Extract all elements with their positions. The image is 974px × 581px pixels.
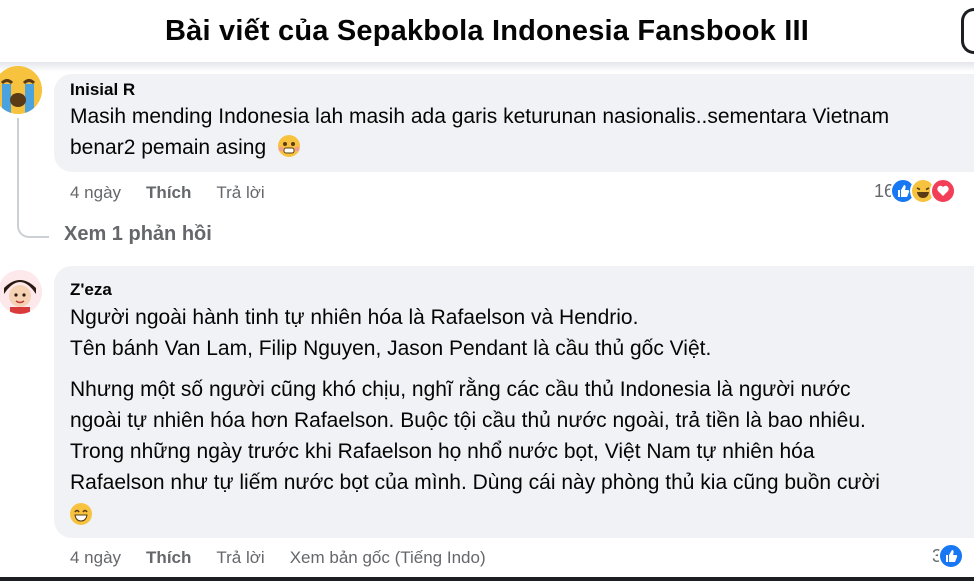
- comment-actions: 4 ngày Thích Trả lời: [70, 183, 290, 203]
- avatar[interactable]: [0, 270, 42, 314]
- comment-text-line: Tên bánh Van Lam, Filip Nguyen, Jason Pe…: [70, 337, 712, 360]
- view-replies-link[interactable]: Xem 1 phản hồi: [64, 223, 212, 246]
- comment-text-fragment: benar2 pemain asing: [70, 136, 267, 159]
- reaction-summary[interactable]: 16: [874, 178, 957, 204]
- comment-text-line: Masih mending Indonesia lah masih ada ga…: [70, 105, 890, 128]
- comment-text-line: [70, 500, 92, 531]
- like-button[interactable]: Thích: [146, 548, 191, 568]
- smiling-face-emoji-icon: [70, 503, 92, 525]
- reaction-summary[interactable]: 3: [932, 543, 965, 569]
- bottom-border: [0, 577, 974, 581]
- see-original-button[interactable]: Xem bản gốc (Tiếng Indo): [290, 548, 486, 568]
- comment-text-line: ngoài tự nhiên hóa hơn Rafaelson. Buộc t…: [70, 409, 866, 432]
- avatar[interactable]: [0, 66, 42, 114]
- close-button[interactable]: [961, 8, 974, 54]
- love-reaction-icon: [930, 178, 957, 204]
- like-reaction-icon: [938, 543, 965, 569]
- comment-text-line: Người ngoài hành tinh tự nhiên hóa là Ra…: [70, 306, 639, 329]
- reply-button[interactable]: Trả lời: [216, 548, 264, 568]
- cartoon-girl-avatar-icon: [0, 270, 42, 314]
- reply-thread-connector: [17, 118, 49, 238]
- post-header: Bài viết của Sepakbola Indonesia Fansboo…: [0, 0, 974, 62]
- comment-text-line: Rafaelson như tự liếm nước bọt của mình.…: [70, 471, 880, 494]
- comment-timestamp[interactable]: 4 ngày: [70, 548, 121, 568]
- shocked-face-emoji-icon: [277, 135, 300, 157]
- crying-face-icon: [0, 66, 42, 114]
- page-title: Bài viết của Sepakbola Indonesia Fansboo…: [165, 14, 809, 47]
- comment-author[interactable]: Inisial R: [70, 80, 135, 100]
- header-divider: [0, 62, 974, 72]
- comment-actions: 4 ngày Thích Trả lời Xem bản gốc (Tiếng …: [70, 548, 511, 568]
- comment-author[interactable]: Z'eza: [70, 280, 112, 300]
- comment-text-line: Nhưng một số người cũng khó chịu, nghĩ r…: [70, 378, 851, 401]
- reply-button[interactable]: Trả lời: [216, 183, 264, 203]
- comment-timestamp[interactable]: 4 ngày: [70, 183, 121, 203]
- like-button[interactable]: Thích: [146, 183, 191, 203]
- comment-text-line: Trong những ngày trước khi Rafaelson họ …: [70, 440, 815, 463]
- comment-text-line: benar2 pemain asing: [70, 132, 300, 163]
